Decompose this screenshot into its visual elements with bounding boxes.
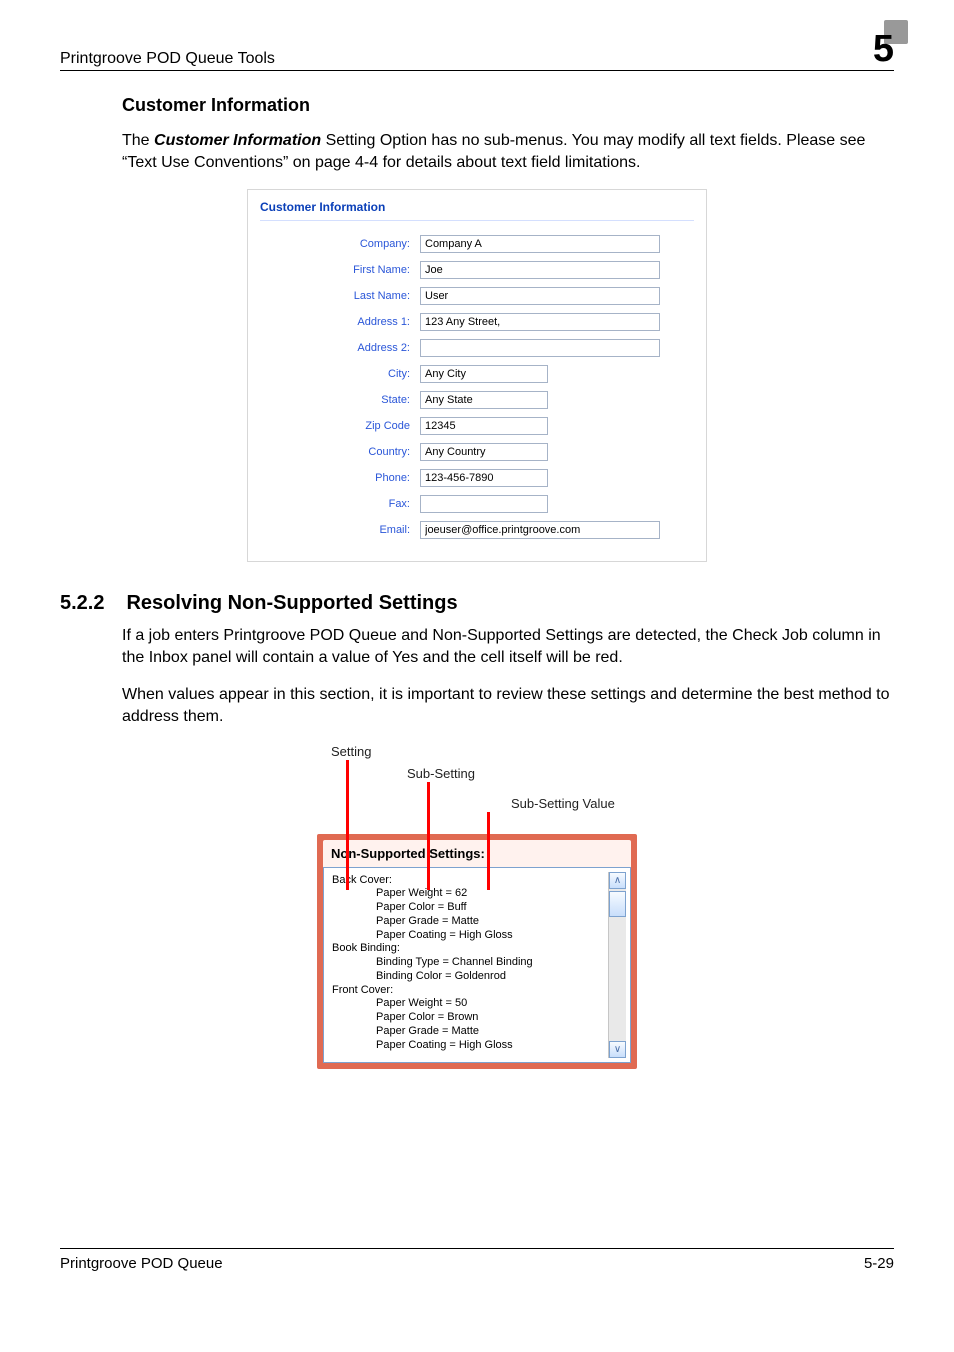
diagram-redline-1 [346, 760, 349, 890]
label-city: City: [260, 368, 420, 380]
label-first-name: First Name: [260, 264, 420, 276]
input-state[interactable] [420, 391, 548, 409]
customer-info-paragraph: The Customer Information Setting Option … [122, 130, 894, 173]
nss-line: Paper Color = Buff [332, 901, 604, 915]
scroll-up-button[interactable]: ∧ [609, 872, 626, 889]
label-zip: Zip Code [260, 420, 420, 432]
nss-line: Paper Grade = Matte [332, 1025, 604, 1039]
label-address2: Address 2: [260, 342, 420, 354]
input-email[interactable] [420, 521, 660, 539]
section-number: 5.2.2 [60, 592, 104, 615]
nss-line: Paper Coating = High Gloss [332, 929, 604, 943]
nss-diagram: Setting Sub-Setting Sub-Setting Value No… [317, 744, 637, 1074]
diagram-redline-3 [487, 812, 490, 890]
form-title: Customer Information [260, 200, 694, 214]
diagram-label-setting: Setting [331, 744, 371, 759]
form-divider [260, 220, 694, 221]
input-country[interactable] [420, 443, 548, 461]
label-last-name: Last Name: [260, 290, 420, 302]
nss-line: Paper Weight = 50 [332, 997, 604, 1011]
label-state: State: [260, 394, 420, 406]
customer-info-heading: Customer Information [122, 95, 894, 116]
diagram-label-subsetting: Sub-Setting [407, 766, 475, 781]
nss-cat-front-cover: Front Cover: [332, 984, 604, 998]
input-address2[interactable] [420, 339, 660, 357]
input-last-name[interactable] [420, 287, 660, 305]
nss-line: Paper Coating = High Gloss [332, 1039, 604, 1053]
running-header: Printgroove POD Queue Tools 5 [60, 30, 894, 71]
nss-line: Paper Weight = 62 [332, 887, 604, 901]
label-address1: Address 1: [260, 316, 420, 328]
input-first-name[interactable] [420, 261, 660, 279]
nss-cat-book-binding: Book Binding: [332, 942, 604, 956]
section-5-2-2-p2: When values appear in this section, it i… [122, 684, 894, 727]
footer-product: Printgroove POD Queue [60, 1255, 223, 1272]
input-fax[interactable] [420, 495, 548, 513]
nss-panel: Non-Supported Settings: Back Cover: Pape… [317, 834, 637, 1069]
label-fax: Fax: [260, 498, 420, 510]
scroll-down-button[interactable]: ∨ [609, 1041, 626, 1058]
nss-panel-content: Back Cover: Paper Weight = 62 Paper Colo… [328, 872, 608, 1058]
footer-page-number: 5-29 [864, 1255, 894, 1272]
input-company[interactable] [420, 235, 660, 253]
label-country: Country: [260, 446, 420, 458]
nss-line: Binding Color = Goldenrod [332, 970, 604, 984]
diagram-redline-2 [427, 782, 430, 890]
nss-scrollbar[interactable]: ∧ ∨ [608, 872, 626, 1058]
diagram-label-subsetting-value: Sub-Setting Value [511, 796, 615, 811]
input-phone[interactable] [420, 469, 548, 487]
nss-panel-header: Non-Supported Settings: [323, 840, 631, 867]
section-5-2-2-heading: 5.2.2 Resolving Non-Supported Settings [60, 592, 894, 615]
input-address1[interactable] [420, 313, 660, 331]
section-5-2-2-p1: If a job enters Printgroove POD Queue an… [122, 625, 894, 668]
input-zip[interactable] [420, 417, 548, 435]
label-phone: Phone: [260, 472, 420, 484]
nss-line: Paper Color = Brown [332, 1011, 604, 1025]
nss-cat-back-cover: Back Cover: [332, 874, 604, 888]
nss-line: Binding Type = Channel Binding [332, 956, 604, 970]
page-footer: Printgroove POD Queue 5-29 [60, 1248, 894, 1272]
label-email: Email: [260, 524, 420, 536]
nss-line: Paper Grade = Matte [332, 915, 604, 929]
section-title: Resolving Non-Supported Settings [126, 592, 457, 615]
scroll-thumb[interactable] [609, 891, 626, 917]
label-company: Company: [260, 238, 420, 250]
customer-info-form-screenshot: Customer Information Company: First Name… [247, 189, 707, 562]
input-city[interactable] [420, 365, 548, 383]
chapter-number: 5 [873, 30, 894, 68]
running-title: Printgroove POD Queue Tools [60, 50, 275, 68]
